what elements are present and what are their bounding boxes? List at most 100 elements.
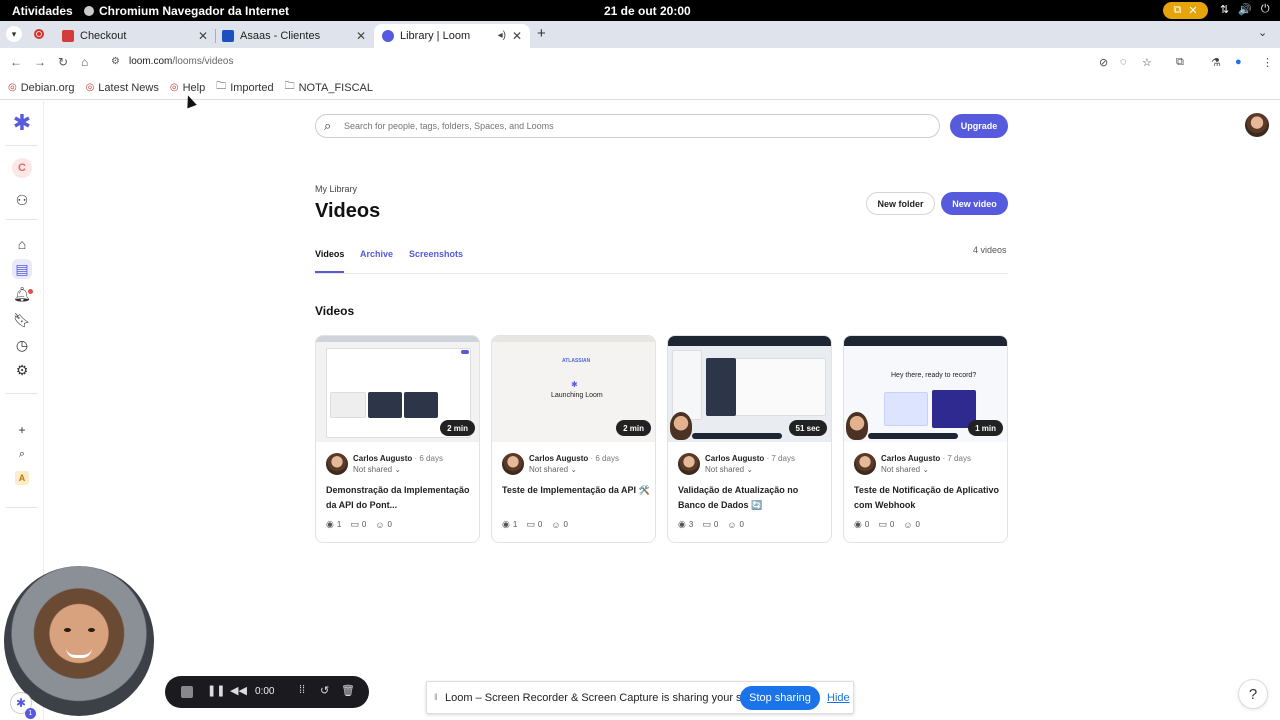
pause-icon[interactable]: ❚❚ <box>207 684 225 697</box>
views-eye-icon: ◉ <box>326 519 334 529</box>
history-clock-icon[interactable]: ◷ <box>12 335 32 355</box>
members-icon[interactable]: ⚇ <box>12 190 32 210</box>
workspace-a-avatar[interactable]: A <box>15 471 29 485</box>
share-status-label: Not shared <box>529 465 569 474</box>
stop-sharing-button[interactable]: Stop sharing <box>740 686 820 710</box>
labs-flask-icon[interactable]: ⚗ <box>1211 56 1221 69</box>
drag-handle-icon[interactable]: ⁞⁞ <box>299 684 305 696</box>
eye-off-icon[interactable]: ◌ <box>1120 56 1127 68</box>
recording-timer: 0:00 <box>255 686 275 697</box>
author-name: Carlos Augusto <box>353 454 413 463</box>
bookmark-help[interactable]: ◎ Help <box>170 82 205 94</box>
search-input[interactable] <box>344 119 924 133</box>
kebab-menu-icon[interactable]: ⋮ <box>1262 56 1273 69</box>
app-menu[interactable]: Chromium Navegador da Internet <box>84 4 289 18</box>
url-host: loom.com <box>129 56 173 67</box>
tab-search-button[interactable]: ▾ <box>6 26 22 42</box>
workspace-avatar[interactable]: C <box>12 158 32 178</box>
chevron-down-icon: ⌄ <box>922 465 930 474</box>
site-info-icon[interactable]: ⚙ <box>111 56 120 67</box>
forward-button[interactable]: → <box>34 55 46 69</box>
tab-screenshots[interactable]: Screenshots <box>409 249 463 259</box>
chevron-down-icon[interactable]: ⌄ <box>1258 26 1267 39</box>
drag-grip-icon[interactable]: ‖ <box>434 692 438 702</box>
trash-icon[interactable]: 🗑︎ <box>341 684 355 697</box>
new-tab-button[interactable]: + <box>537 25 546 42</box>
bookmark-folder-nota-fiscal[interactable]: 🗀 NOTA_FISCAL <box>285 79 373 96</box>
duration-badge: 2 min <box>616 420 651 436</box>
clock[interactable]: 21 de out 20:00 <box>604 4 691 18</box>
settings-gear-icon[interactable]: ⚙ <box>12 360 32 380</box>
tab-loom-library[interactable]: Library | Loom ◂) ✕ <box>374 24 530 48</box>
video-title[interactable]: Validação de Atualização no Banco de Dad… <box>678 483 826 513</box>
bell-icon[interactable]: 🔔︎ <box>12 284 32 304</box>
profile-icon[interactable]: ● <box>1235 56 1242 68</box>
video-title[interactable]: Teste de Notificação de Aplicativo com W… <box>854 483 1002 513</box>
close-tab-icon[interactable]: ✕ <box>198 29 208 43</box>
audio-playing-icon[interactable]: ◂) <box>498 30 506 41</box>
new-folder-button[interactable]: New folder <box>866 192 935 215</box>
share-status[interactable]: Not shared ⌄ <box>881 465 929 474</box>
activities-button[interactable]: Atividades <box>12 4 73 18</box>
bookmark-latest-news[interactable]: ◎ Latest News <box>86 82 159 94</box>
video-title[interactable]: Teste de Implementação da API 🛠️ <box>502 483 650 513</box>
views-count: 0 <box>864 520 870 529</box>
library-icon[interactable]: ▤ <box>12 259 32 279</box>
search-icon[interactable]: ⌕ <box>12 444 32 464</box>
star-icon[interactable]: ☆ <box>1142 56 1152 69</box>
add-icon[interactable]: + <box>12 420 32 440</box>
thumb-panel <box>706 358 736 416</box>
restart-icon[interactable]: ◀◀ <box>230 684 247 697</box>
bookmark-icon[interactable]: 🔖︎ <box>12 310 32 330</box>
tab-archive[interactable]: Archive <box>360 249 393 259</box>
video-card[interactable]: 51 sec Carlos Augusto · 7 days Not share… <box>667 335 832 543</box>
bookmark-folder-imported[interactable]: 🗀 Imported <box>216 79 273 96</box>
hide-link[interactable]: Hide <box>827 692 850 704</box>
upgrade-button[interactable]: Upgrade <box>950 114 1008 138</box>
back-button[interactable]: ← <box>10 55 22 69</box>
thumb-browser-bar <box>492 336 655 342</box>
omnibox[interactable]: ⚙ loom.com/looms/videos <box>105 52 1165 74</box>
close-tab-icon[interactable]: ✕ <box>356 29 366 43</box>
share-status[interactable]: Not shared ⌄ <box>529 465 577 474</box>
extensions-icon[interactable]: ⧉ <box>1176 56 1184 69</box>
home-icon[interactable]: ⌂ <box>12 234 32 254</box>
debian-swirl-icon: ◎ <box>8 82 17 93</box>
video-card[interactable]: 2 min Carlos Augusto · 6 days Not shared… <box>315 335 480 543</box>
bookmark-debian[interactable]: ◎ Debian.org <box>8 82 75 94</box>
video-thumbnail[interactable]: ATLASSIAN ✱ Launching Loom 2 min <box>492 336 655 442</box>
video-count: 4 videos <box>973 245 1007 255</box>
user-avatar[interactable] <box>1245 113 1269 137</box>
asaas-favicon-icon <box>222 30 234 42</box>
video-thumbnail[interactable]: 51 sec <box>668 336 831 442</box>
loom-logo-icon[interactable]: ✱ <box>12 110 32 135</box>
views-eye-icon: ◉ <box>678 519 686 529</box>
home-button[interactable]: ⌂ <box>81 55 88 69</box>
share-status[interactable]: Not shared ⌄ <box>705 465 753 474</box>
recording-icon <box>34 29 44 39</box>
stop-recording-button[interactable] <box>181 686 193 698</box>
rail-divider <box>6 145 38 146</box>
video-card[interactable]: ATLASSIAN ✱ Launching Loom 2 min Carlos … <box>491 335 656 543</box>
undo-icon[interactable]: ↺ <box>320 684 329 697</box>
breadcrumb[interactable]: My Library <box>315 184 357 194</box>
tab-videos[interactable]: Videos <box>315 249 344 259</box>
system-tray[interactable]: ⇅ 🔊 ⏻ <box>1220 3 1270 16</box>
reaction-smiley-icon: ☺ <box>727 519 737 530</box>
new-video-button[interactable]: New video <box>941 192 1008 215</box>
tab-asaas[interactable]: Asaas - Clientes ✕ <box>214 24 374 48</box>
video-thumbnail[interactable]: Hey there, ready to record? 1 min <box>844 336 1007 442</box>
screen-share-indicator[interactable]: ⧉ ✕ <box>1163 2 1208 19</box>
video-title[interactable]: Demonstração da Implementação da API do … <box>326 483 474 513</box>
thumb-title: Launching Loom <box>551 392 603 399</box>
video-thumbnail[interactable]: 2 min <box>316 336 479 442</box>
share-status-label: Not shared <box>353 465 393 474</box>
video-card[interactable]: Hey there, ready to record? 1 min Carlos… <box>843 335 1008 543</box>
tab-checkout[interactable]: Checkout ✕ <box>54 24 216 48</box>
help-button[interactable]: ? <box>1238 679 1268 709</box>
share-status[interactable]: Not shared ⌄ <box>353 465 401 474</box>
camera-blocked-icon[interactable]: ⊘ <box>1099 56 1108 69</box>
library-search[interactable]: ⌕ <box>315 114 940 138</box>
close-tab-icon[interactable]: ✕ <box>512 29 522 43</box>
reload-button[interactable]: ↻ <box>58 55 68 69</box>
